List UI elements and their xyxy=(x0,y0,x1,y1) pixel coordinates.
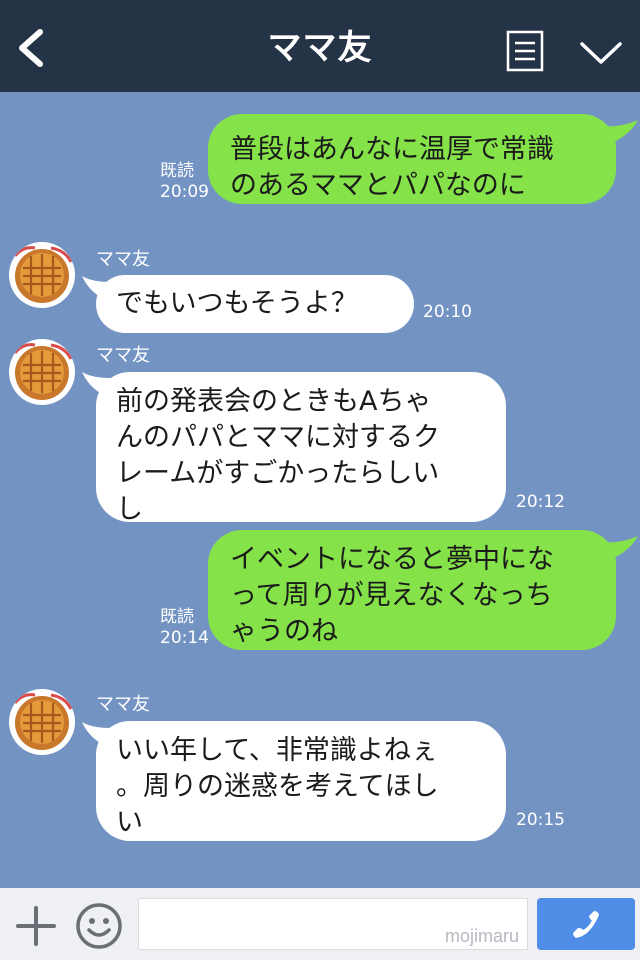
message-line: イベントになると夢中にな xyxy=(230,544,554,575)
message-time: 20:14 xyxy=(160,628,209,648)
read-receipt: 既読 xyxy=(160,607,194,627)
chat-header: ママ友 xyxy=(0,0,640,92)
message-time: 20:15 xyxy=(516,810,565,830)
message-line: のあるママとパパなのに xyxy=(230,170,526,201)
message-bubble: 前の発表会のときもAちゃ んのパパとママに対するク レームがすごかったらしい し xyxy=(96,372,506,525)
pie-avatar-icon xyxy=(10,243,74,307)
avatar[interactable] xyxy=(9,689,75,755)
sender-name: ママ友 xyxy=(96,249,150,270)
smiley-icon[interactable] xyxy=(74,901,124,951)
message-line: って周りが見えなくなっち xyxy=(230,580,553,611)
message-bubble: いい年して、非常識よねぇ 。周りの迷惑を考えてほし い xyxy=(96,721,506,841)
message-bubble: イベントになると夢中にな って周りが見えなくなっち ゃうのね xyxy=(208,530,616,650)
message-input[interactable]: mojimaru xyxy=(138,898,528,950)
chat-title: ママ友 xyxy=(267,28,373,68)
call-button[interactable] xyxy=(537,898,635,950)
chevron-down-icon[interactable] xyxy=(578,38,624,68)
avatar[interactable] xyxy=(9,339,75,405)
avatar[interactable] xyxy=(9,242,75,308)
message-line: 普段はあんなに温厚で常識 xyxy=(230,134,554,165)
message-bubble: 普段はあんなに温厚で常識 のあるママとパパなのに xyxy=(208,114,616,204)
message-line: し xyxy=(116,494,143,525)
message-line: 。周りの迷惑を考えてほし xyxy=(116,771,439,802)
message-line: でもいつもそうよ？ xyxy=(116,288,358,319)
message-bubble: でもいつもそうよ？ xyxy=(96,275,414,333)
message-time: 20:09 xyxy=(160,182,209,202)
pie-avatar-icon xyxy=(10,340,74,404)
pie-avatar-icon xyxy=(10,690,74,754)
message-line: レームがすごかったらしい xyxy=(116,458,440,489)
message-time: 20:12 xyxy=(516,492,565,512)
message-line: んのパパとママに対するク xyxy=(116,422,440,453)
message-line: い xyxy=(116,807,143,838)
sender-name: ママ友 xyxy=(96,694,150,715)
message-line: いい年して、非常識よねぇ xyxy=(116,735,438,766)
message-time: 20:10 xyxy=(423,302,472,322)
sender-name: ママ友 xyxy=(96,345,150,366)
phone-icon xyxy=(573,911,599,938)
watermark: mojimaru xyxy=(444,926,519,946)
plus-icon[interactable] xyxy=(14,904,58,948)
message-line: 前の発表会のときもAちゃ xyxy=(116,386,432,417)
message-line: ゃうのね xyxy=(230,616,338,647)
menu-list-icon[interactable] xyxy=(506,30,544,72)
read-receipt: 既読 xyxy=(160,161,194,181)
